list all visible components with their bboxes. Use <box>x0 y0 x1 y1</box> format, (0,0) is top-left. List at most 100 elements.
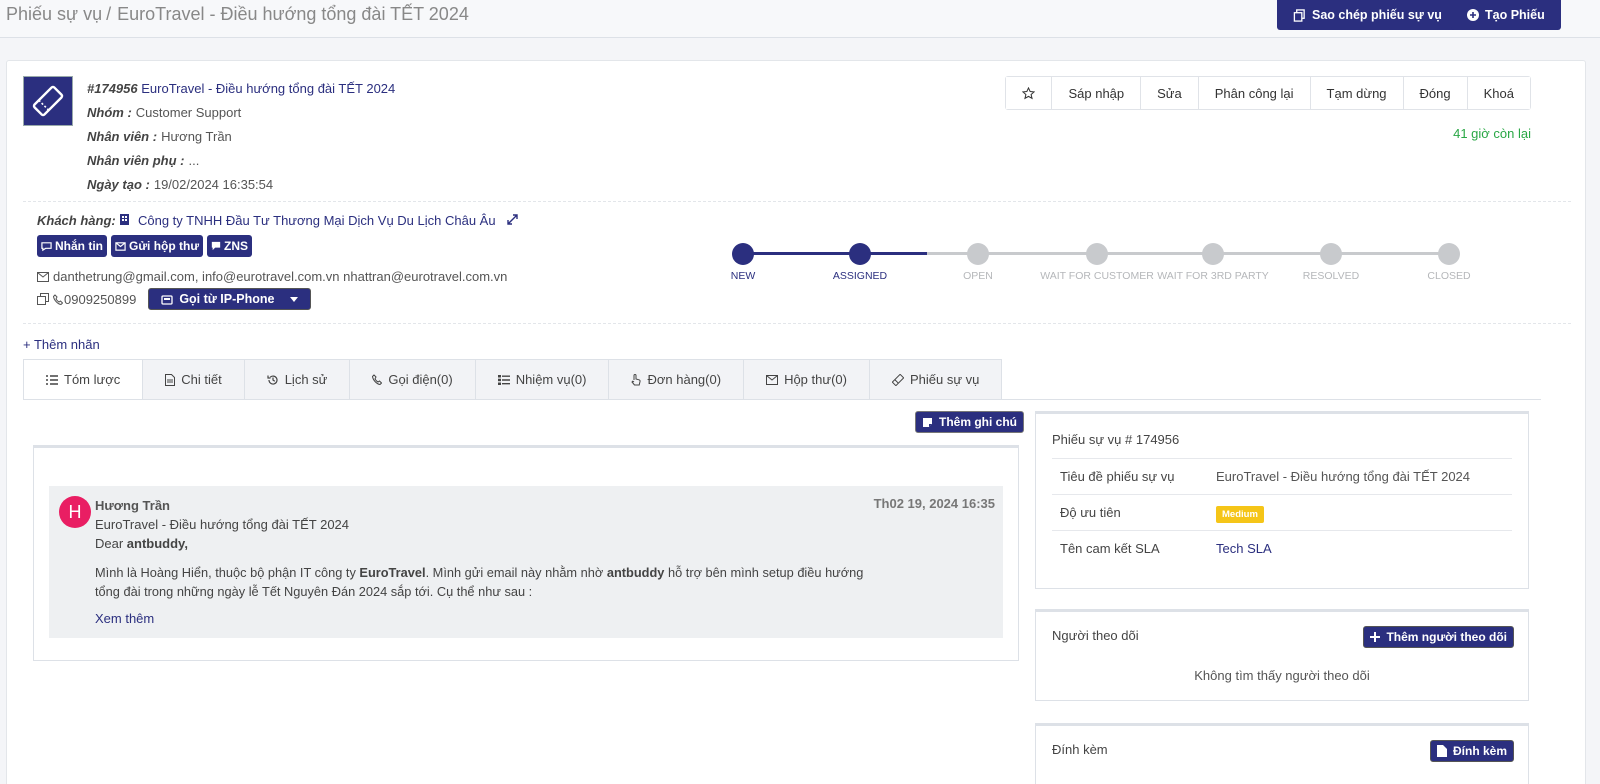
tab-history[interactable]: Lịch sử <box>244 359 351 400</box>
add-follower-label: Thêm người theo dõi <box>1386 630 1507 644</box>
progress-line-done <box>743 252 927 255</box>
add-note-button[interactable]: Thêm ghi chú <box>915 411 1024 433</box>
email-line: danthetrung@gmail.com, info@eurotravel.c… <box>37 269 507 284</box>
tab-orders[interactable]: Đơn hàng(0) <box>609 359 745 400</box>
ticket-status-progress: NEW ASSIGNED OPEN WAIT FOR CUSTOMER WAIT… <box>731 241 1475 282</box>
message-button[interactable]: Nhắn tin <box>37 235 107 257</box>
phone-line: 0909250899 Gọi từ IP-Phone <box>37 288 312 310</box>
phone-icon <box>372 374 383 385</box>
customer-phone[interactable]: 0909250899 <box>64 292 136 307</box>
see-more-link[interactable]: Xem thêm <box>95 609 875 628</box>
followers-panel: Người theo dõi Thêm người theo dõi Không… <box>1035 609 1529 701</box>
create-ticket-label: Tạo Phiếu <box>1485 8 1545 22</box>
list-icon <box>46 374 58 385</box>
details-value: EuroTravel - Điều hướng tổng đài TẾT 202… <box>1216 469 1471 484</box>
greeting-name: antbuddy, <box>126 536 188 551</box>
para-bold-1: EuroTravel <box>359 565 426 580</box>
step-label-wait-3rd-party: WAIT FOR 3RD PARTY <box>1157 270 1269 282</box>
breadcrumb: Phiếu sự vụ / EuroTravel - Điều hướng tổng… <box>6 4 469 25</box>
tab-tickets[interactable]: Phiếu sự vụ <box>869 359 1003 400</box>
customer-label: Khách hàng: <box>37 213 116 228</box>
tab-summary[interactable]: Tóm lược <box>23 359 144 400</box>
step-label-closed: CLOSED <box>1427 270 1471 282</box>
phone-icon <box>53 293 63 305</box>
ticket-details-panel: Phiếu sự vụ # 174956 Tiêu đề phiếu sự vụ… <box>1035 411 1529 589</box>
attach-file-button[interactable]: Đính kèm <box>1429 740 1514 762</box>
message-item: H Hương Trần EuroTravel - Điều hướng tổn… <box>49 486 1003 638</box>
step-dot-wait-3rd-party[interactable] <box>1202 243 1224 265</box>
caret-down-icon[interactable] <box>290 296 299 302</box>
step-dot-new <box>732 243 754 265</box>
pause-button[interactable]: Tạm dừng <box>1309 77 1403 109</box>
created-value: 19/02/2024 16:35:54 <box>153 177 274 192</box>
step-label-wait-customer: WAIT FOR CUSTOMER <box>1040 270 1154 282</box>
ticket-actions: Sáp nhập Sửa Phân công lại Tạm dừng Đóng… <box>1005 76 1531 110</box>
create-ticket-button[interactable]: Tạo Phiếu <box>1451 0 1561 30</box>
sla-link[interactable]: Tech SLA <box>1216 541 1272 556</box>
step-dot-closed[interactable] <box>1438 243 1460 265</box>
para-part-2: . Mình gửi email này nhằm nhờ <box>425 565 607 580</box>
avatar: H <box>59 496 91 528</box>
para-part-1: Mình là Hoàng Hiển, thuộc bộ phận IT côn… <box>95 565 360 580</box>
add-label-link[interactable]: + Thêm nhãn <box>23 337 100 352</box>
add-follower-button[interactable]: Thêm người theo dõi <box>1363 626 1514 648</box>
step-label-assigned: ASSIGNED <box>832 270 888 282</box>
ticket-title: EuroTravel - Điều hướng tổng đài TẾT 202… <box>141 81 396 96</box>
call-ip-phone-button[interactable]: Gọi từ IP-Phone <box>148 288 312 310</box>
priority-cell: Medium <box>1216 505 1264 523</box>
sla-remaining: 41 giờ còn lại <box>1453 126 1531 141</box>
priority-badge: Medium <box>1216 506 1264 523</box>
close-button[interactable]: Đóng <box>1402 77 1467 109</box>
copy-phone-icon[interactable] <box>37 293 49 305</box>
hand-pointer-icon <box>631 373 642 385</box>
tab-tasks[interactable]: Nhiệm vụ(0) <box>475 359 610 400</box>
ticket-tabs: Tóm lược Chi tiết Lịch sử Gọi điện(0) Nh… <box>23 359 1003 400</box>
ticket-small-icon <box>891 373 904 386</box>
customer-name[interactable]: Công ty TNHH Đầu Tư Thương Mại Dịch Vụ D… <box>138 213 496 228</box>
note-icon <box>923 417 932 427</box>
customer-emails: danthetrung@gmail.com, info@eurotravel.c… <box>53 269 508 284</box>
edit-button[interactable]: Sửa <box>1140 77 1198 109</box>
group-label: Nhóm : <box>87 105 132 120</box>
star-icon <box>1022 86 1036 99</box>
tab-history-label: Lịch sử <box>284 372 328 387</box>
tab-details-label: Chi tiết <box>181 372 222 387</box>
expand-icon[interactable] <box>507 214 518 225</box>
lock-button[interactable]: Khoá <box>1466 77 1530 109</box>
tab-orders-label: Đơn hàng(0) <box>647 372 722 387</box>
step-dot-assigned <box>849 243 871 265</box>
reassign-button[interactable]: Phân công lại <box>1197 77 1310 109</box>
document-icon <box>165 373 176 386</box>
breadcrumb-separator: / <box>106 4 112 24</box>
comment-icon <box>211 241 221 251</box>
attachments-panel: Đính kèm Đính kèm <box>1035 723 1529 784</box>
tasks-icon <box>497 374 510 385</box>
breadcrumb-root[interactable]: Phiếu sự vụ <box>6 4 102 24</box>
ip-phone-icon <box>161 294 173 305</box>
star-button[interactable] <box>1006 77 1052 109</box>
step-dot-open[interactable] <box>967 243 989 265</box>
staff-value: Hương Trần <box>161 129 232 144</box>
sub-staff-value[interactable]: ... <box>189 153 200 168</box>
tab-details[interactable]: Chi tiết <box>143 359 245 400</box>
add-note-label: Thêm ghi chú <box>939 415 1017 429</box>
zns-button[interactable]: ZNS <box>207 235 253 257</box>
details-key: Độ ưu tiên <box>1060 505 1121 520</box>
attachments-title: Đính kèm <box>1052 742 1108 757</box>
para-bold-2: antbuddy <box>606 565 665 580</box>
step-dot-resolved[interactable] <box>1320 243 1342 265</box>
customer-contact-buttons: Nhắn tin Gửi hộp thư ZNS <box>37 235 253 257</box>
send-mail-button[interactable]: Gửi hộp thư <box>111 235 204 257</box>
attach-file-label: Đính kèm <box>1452 744 1507 758</box>
building-icon <box>120 214 130 225</box>
merge-button[interactable]: Sáp nhập <box>1051 77 1141 109</box>
copy-ticket-button[interactable]: Sao chép phiếu sự vụ <box>1277 0 1458 30</box>
details-key: Tiêu đề phiếu sự vụ <box>1060 469 1175 484</box>
step-dot-wait-customer[interactable] <box>1086 243 1108 265</box>
tab-calls[interactable]: Gọi điện(0) <box>350 359 476 400</box>
copy-ticket-label: Sao chép phiếu sự vụ <box>1312 8 1442 22</box>
zns-label: ZNS <box>224 239 249 253</box>
ticket-info: #174956 EuroTravel - Điều hướng tổng đài… <box>87 77 395 197</box>
top-bar: Phiếu sự vụ / EuroTravel - Điều hướng tổng… <box>0 0 1600 38</box>
tab-mailbox[interactable]: Hộp thư(0) <box>744 359 870 400</box>
